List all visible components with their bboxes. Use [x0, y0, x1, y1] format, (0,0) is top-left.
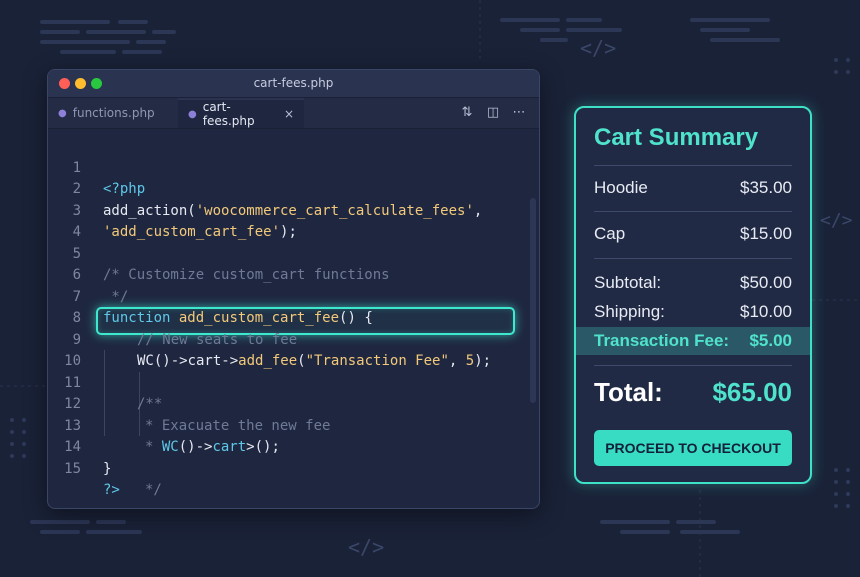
code-token: WC: [161, 439, 179, 455]
shipping-row: Shipping: $10.00: [594, 302, 792, 322]
code-token: <?php: [103, 181, 146, 197]
cart-item-row: Hoodie $35.00: [594, 178, 792, 198]
split-editor-icon[interactable]: ◫: [485, 105, 501, 120]
tab-cart-fees-php[interactable]: ● cart-fees.php ×: [178, 98, 304, 128]
code-line: 1 <?php: [48, 136, 146, 198]
tab-label: cart-fees.php: [202, 100, 255, 128]
total-row: Total: $65.00: [594, 377, 792, 408]
code-editor-window: cart-fees.php ● functions.php ● cart-fee…: [47, 69, 540, 509]
code-token: ?>: [103, 482, 120, 498]
transaction-fee-row: Transaction Fee: $5.00: [594, 331, 792, 351]
code-token: 5: [465, 353, 475, 369]
subtotal-value: $50.00: [740, 273, 792, 292]
code-line-highlighted: 9 WC()->cart->add_fee("Transaction Fee",…: [48, 308, 492, 370]
code-comment: /**: [137, 396, 163, 412]
code-line: 13 * WC()->cart>();: [48, 394, 280, 456]
code-token: ,: [473, 202, 483, 219]
code-comment: * Exacuate the new fee: [145, 417, 331, 434]
code-token: 'woocommerce_cart_calculate_fees': [195, 202, 474, 219]
tab-label: functions.php: [72, 106, 155, 120]
code-line: 3 'add_custom_cart_fee');: [48, 179, 297, 241]
code-comment: /* Customize custom_cart functions: [103, 267, 390, 283]
code-token: cart: [212, 439, 247, 455]
code-glyph-right: </>: [820, 210, 853, 231]
compare-changes-icon[interactable]: ⇅: [459, 105, 475, 120]
code-token: >();: [246, 439, 280, 455]
code-line: 14 } */: [48, 416, 162, 498]
code-token: );: [474, 353, 492, 369]
divider: [594, 365, 792, 366]
code-token: () {: [339, 310, 373, 326]
code-line: 12 * Exacuate the new fee: [48, 373, 330, 434]
code-token: add_fee: [238, 353, 298, 369]
shipping-value: $10.00: [740, 302, 792, 321]
code-token: 'add_custom_cart_fee': [103, 224, 281, 240]
item-name: Cap: [594, 224, 626, 243]
code-glyph-top: </>: [580, 36, 617, 60]
code-token: function: [103, 310, 171, 326]
code-comment: */: [145, 482, 162, 498]
code-token: WC()->cart->: [137, 353, 239, 369]
item-name: Hoodie: [594, 178, 648, 197]
code-line: 8 // New seats to fee: [48, 287, 298, 348]
total-label: Total:: [594, 377, 663, 407]
fee-value: $5.00: [749, 331, 792, 350]
editor-scrollbar[interactable]: [530, 198, 536, 403]
php-file-icon: ●: [188, 108, 197, 120]
code-token: *: [145, 439, 162, 455]
item-price: $35.00: [740, 178, 792, 197]
subtotal-row: Subtotal: $50.00: [594, 273, 792, 293]
code-line: 10: [48, 330, 99, 369]
code-token: }: [103, 460, 112, 477]
fee-label: Transaction Fee:: [594, 331, 730, 350]
code-line: 4: [48, 201, 99, 240]
divider: [594, 165, 792, 166]
line-number: 15: [64, 460, 81, 477]
code-line: 15 ?>: [48, 437, 120, 499]
code-line: 5 /* Customize custom_cart functions: [48, 222, 390, 284]
shipping-label: Shipping:: [594, 302, 665, 321]
code-comment: // New seats to fee: [137, 331, 298, 348]
code-comment: */: [103, 288, 129, 305]
editor-actions: ⇅ ◫ ⋯: [459, 105, 527, 120]
cart-title: Cart Summary: [594, 124, 759, 151]
code-token: "Transaction Fee": [305, 353, 449, 369]
tab-functions-php[interactable]: ● functions.php: [48, 98, 178, 128]
code-line: 2 add_action('woocommerce_cart_calculate…: [48, 158, 483, 219]
window-titlebar: cart-fees.php: [48, 70, 539, 98]
more-actions-icon[interactable]: ⋯: [511, 105, 527, 120]
divider: [594, 211, 792, 212]
code-token: (: [297, 353, 306, 369]
code-token: add_custom_cart_fee: [178, 310, 340, 326]
code-token: add_action(: [103, 202, 196, 219]
subtotal-label: Subtotal:: [594, 273, 662, 292]
item-price: $15.00: [740, 224, 792, 243]
code-token: ()->: [178, 439, 213, 455]
code-token: );: [280, 224, 297, 240]
window-title: cart-fees.php: [253, 76, 334, 90]
cart-summary-card: Cart Summary Hoodie $35.00 Cap $15.00 Su…: [574, 106, 812, 484]
code-token: ,: [448, 353, 466, 369]
code-glyph-bottom: </>: [348, 535, 385, 559]
close-icon[interactable]: ×: [284, 107, 294, 121]
php-file-icon: ●: [58, 107, 67, 119]
code-line: 11 /**: [48, 351, 162, 413]
code-area[interactable]: 1 <?php 2 add_action('woocommerce_cart_c…: [48, 128, 539, 508]
total-value: $65.00: [712, 377, 792, 407]
code-line: 7 function add_custom_cart_fee() {: [48, 265, 373, 327]
cart-item-row: Cap $15.00: [594, 224, 792, 244]
divider: [594, 258, 792, 259]
code-line: 6 */: [48, 244, 129, 305]
proceed-to-checkout-button[interactable]: PROCEED TO CHECKOUT: [594, 430, 792, 466]
indent-guide: [104, 350, 105, 436]
tab-bar: ● functions.php ● cart-fees.php × ⇅ ◫ ⋯: [48, 98, 539, 129]
